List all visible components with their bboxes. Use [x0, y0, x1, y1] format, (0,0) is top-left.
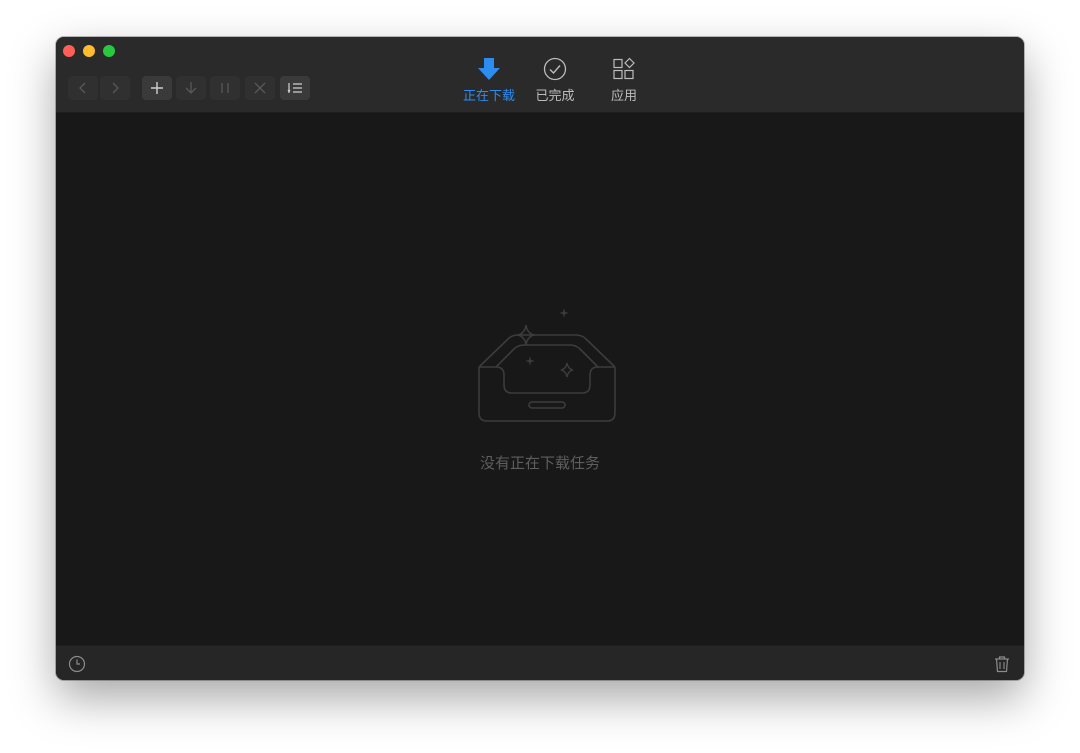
empty-state-message: 没有正在下载任务 — [479, 454, 600, 472]
arrow-down-icon — [185, 82, 197, 94]
check-circle-icon — [543, 57, 567, 81]
tab-label: 已完成 — [535, 89, 575, 104]
history-button[interactable] — [67, 654, 87, 674]
forward-button[interactable] — [100, 76, 130, 100]
empty-inbox-icon — [478, 308, 616, 422]
plus-icon — [151, 82, 163, 94]
clock-icon — [68, 655, 86, 673]
tab-completed[interactable]: 已完成 — [520, 56, 590, 106]
select-list-button[interactable] — [280, 76, 310, 100]
pause-icon — [221, 83, 229, 93]
statusbar — [56, 645, 1024, 680]
add-task-button[interactable] — [142, 76, 172, 100]
close-icon — [254, 82, 266, 94]
tab-label: 正在下载 — [462, 89, 515, 104]
chevron-left-icon — [79, 82, 86, 94]
toolbar: 正在下载 已完成 应用 — [56, 37, 1024, 113]
download-arrow-icon — [478, 58, 500, 80]
window-close-button[interactable] — [63, 45, 75, 57]
tab-apps[interactable]: 应用 — [589, 56, 659, 106]
tab-label: 应用 — [610, 89, 637, 104]
chevron-right-icon — [112, 82, 119, 94]
apps-grid-icon — [613, 57, 635, 80]
window-maximize-button[interactable] — [103, 45, 115, 57]
app-window: 正在下载 已完成 应用 没有正在下载任务 — [56, 37, 1024, 680]
list-check-icon — [287, 83, 302, 94]
trash-icon — [995, 656, 1009, 673]
trash-button[interactable] — [992, 654, 1012, 674]
back-button[interactable] — [68, 76, 98, 100]
window-minimize-button[interactable] — [83, 45, 95, 57]
delete-button[interactable] — [245, 76, 275, 100]
pause-button[interactable] — [210, 76, 240, 100]
start-button[interactable] — [176, 76, 206, 100]
tab-downloading[interactable]: 正在下载 — [454, 56, 524, 106]
